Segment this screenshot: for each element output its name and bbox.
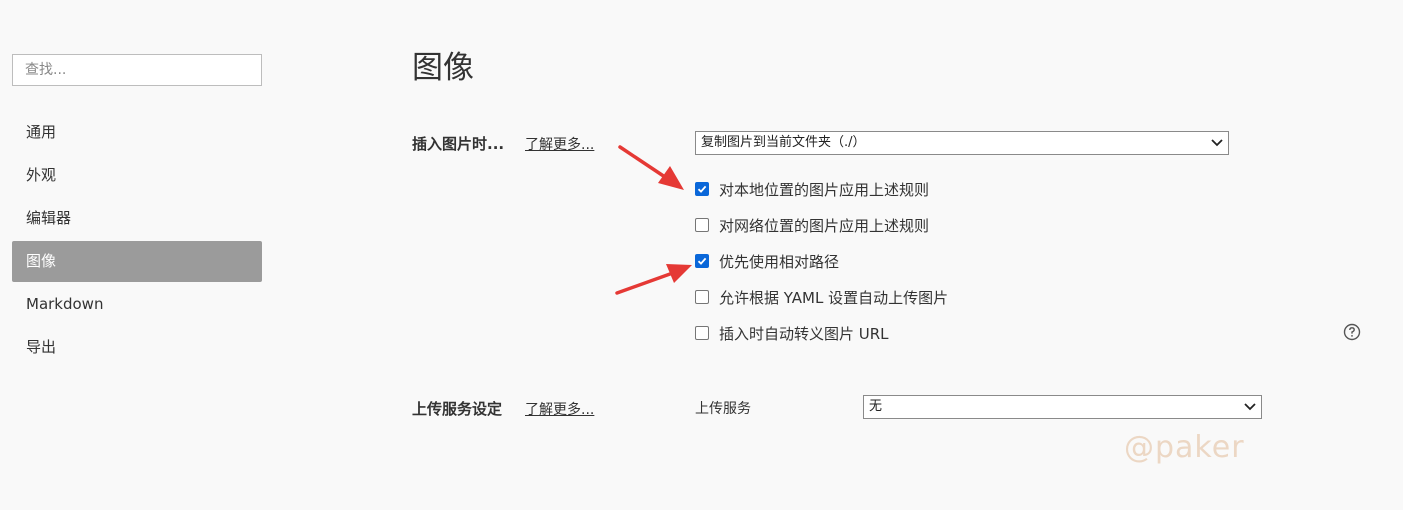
upload-section-label: 上传服务设定 [412,400,503,418]
sidebar-item-appearance[interactable]: 外观 [12,155,262,196]
sidebar: 通用 外观 编辑器 图像 Markdown 导出 [0,0,275,510]
option-label: 对本地位置的图片应用上述规则 [719,180,930,199]
option-escape-url[interactable]: 插入时自动转义图片 URL [695,323,889,343]
annotation-arrow [615,264,692,295]
upload-service-select[interactable]: 无 [863,395,1262,419]
sidebar-item-export[interactable]: 导出 [12,327,262,368]
escape-url-checkbox[interactable] [695,326,709,340]
network-images-checkbox[interactable] [695,218,709,232]
insert-action-select[interactable]: 复制图片到当前文件夹（./） [695,131,1229,155]
upload-learn-more-link[interactable]: 了解更多... [525,399,594,419]
relative-path-checkbox[interactable] [695,254,709,268]
watermark: @paker [1124,430,1245,465]
option-label: 允许根据 YAML 设置自动上传图片 [719,288,949,307]
local-images-checkbox[interactable] [695,182,709,196]
page-title: 图像 [412,50,474,86]
sidebar-item-editor[interactable]: 编辑器 [12,198,262,239]
help-circle-icon[interactable] [1343,323,1361,341]
option-label: 优先使用相对路径 [719,252,840,271]
option-network-images[interactable]: 对网络位置的图片应用上述规则 [695,215,929,235]
option-relative-path[interactable]: 优先使用相对路径 [695,251,839,271]
insert-learn-more-link[interactable]: 了解更多... [525,134,594,154]
option-yaml-upload[interactable]: 允许根据 YAML 设置自动上传图片 [695,287,948,307]
sidebar-nav: 通用 外观 编辑器 图像 Markdown 导出 [12,112,262,370]
sidebar-item-image[interactable]: 图像 [12,241,262,282]
upload-service-label: 上传服务 [695,401,751,417]
option-label: 插入时自动转义图片 URL [719,324,889,343]
sidebar-item-general[interactable]: 通用 [12,112,262,153]
insert-image-section-label: 插入图片时... [412,135,505,153]
check-icon [697,185,707,193]
upload-service-select-value: 无 [869,399,883,414]
yaml-upload-checkbox[interactable] [695,290,709,304]
sidebar-item-markdown[interactable]: Markdown [12,284,262,325]
check-icon [697,257,707,265]
chevron-down-icon [1211,139,1223,147]
option-label: 对网络位置的图片应用上述规则 [719,216,930,235]
annotation-arrow [618,145,684,190]
option-local-images[interactable]: 对本地位置的图片应用上述规则 [695,179,929,199]
insert-action-select-value: 复制图片到当前文件夹（./） [701,135,866,150]
search-input[interactable] [12,54,262,86]
chevron-down-icon [1244,403,1256,411]
